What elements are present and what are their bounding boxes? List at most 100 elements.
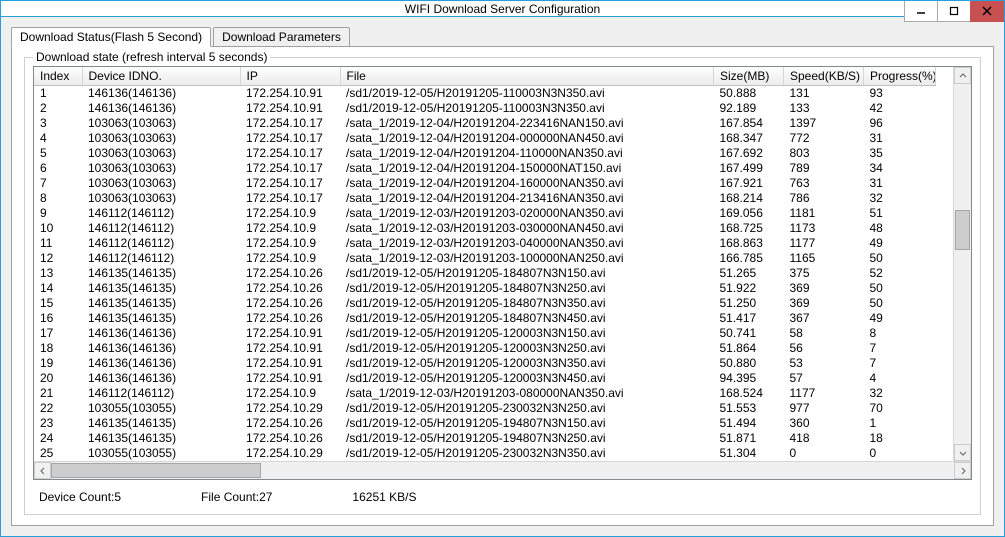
vscroll-track[interactable] <box>954 84 971 444</box>
cell-size: 51.417 <box>714 311 784 326</box>
cell-speed: 0 <box>784 446 864 461</box>
cell-device: 146135(146135) <box>82 266 240 281</box>
cell-speed: 53 <box>784 356 864 371</box>
cell-device: 146136(146136) <box>82 371 240 386</box>
device-count-label: Device Count:5 <box>39 490 121 504</box>
table-row[interactable]: 18146136(146136)172.254.10.91/sd1/2019-1… <box>34 341 936 356</box>
table-row[interactable]: 24146135(146135)172.254.10.26/sd1/2019-1… <box>34 431 936 446</box>
download-listview[interactable]: Index Device IDNO. IP File Size(MB) Spee… <box>33 66 972 480</box>
table-row[interactable]: 6103063(103063)172.254.10.17/sata_1/2019… <box>34 161 936 176</box>
cell-file: /sd1/2019-12-05/H20191205-120003N3N150.a… <box>340 326 714 341</box>
close-button[interactable] <box>970 1 1004 22</box>
tab-download-parameters[interactable]: Download Parameters <box>213 27 350 47</box>
cell-size: 168.214 <box>714 191 784 206</box>
cell-index: 11 <box>34 236 82 251</box>
scroll-up-button[interactable] <box>954 67 971 84</box>
table-row[interactable]: 11146112(146112)172.254.10.9/sata_1/2019… <box>34 236 936 251</box>
minimize-button[interactable] <box>904 1 938 22</box>
cell-size: 94.395 <box>714 371 784 386</box>
col-speed[interactable]: Speed(KB/S) <box>784 67 864 86</box>
hscroll-track[interactable] <box>51 462 954 479</box>
cell-device: 146136(146136) <box>82 356 240 371</box>
col-index[interactable]: Index <box>34 67 82 86</box>
table-row[interactable]: 14146135(146135)172.254.10.26/sd1/2019-1… <box>34 281 936 296</box>
chevron-left-icon <box>39 467 47 475</box>
vertical-scrollbar[interactable] <box>953 67 971 461</box>
table-row[interactable]: 4103063(103063)172.254.10.17/sata_1/2019… <box>34 131 936 146</box>
table-row[interactable]: 12146112(146112)172.254.10.9/sata_1/2019… <box>34 251 936 266</box>
window-controls <box>905 1 1004 16</box>
cell-progress: 48 <box>864 221 936 236</box>
cell-device: 103055(103055) <box>82 401 240 416</box>
maximize-button[interactable] <box>937 1 971 22</box>
cell-speed: 1177 <box>784 236 864 251</box>
col-ip[interactable]: IP <box>240 67 340 86</box>
cell-index: 2 <box>34 101 82 116</box>
cell-index: 3 <box>34 116 82 131</box>
tab-download-status[interactable]: Download Status(Flash 5 Second) <box>11 27 211 47</box>
table-row[interactable]: 20146136(146136)172.254.10.91/sd1/2019-1… <box>34 371 936 386</box>
vscroll-thumb[interactable] <box>955 210 970 250</box>
cell-ip: 172.254.10.17 <box>240 131 340 146</box>
cell-index: 25 <box>34 446 82 461</box>
table-row[interactable]: 15146135(146135)172.254.10.26/sd1/2019-1… <box>34 296 936 311</box>
minimize-icon <box>916 6 926 16</box>
table-row[interactable]: 2146136(146136)172.254.10.91/sd1/2019-12… <box>34 101 936 116</box>
table-row[interactable]: 21146112(146112)172.254.10.9/sata_1/2019… <box>34 386 936 401</box>
cell-index: 24 <box>34 431 82 446</box>
table-header-row: Index Device IDNO. IP File Size(MB) Spee… <box>34 67 936 86</box>
cell-device: 103063(103063) <box>82 191 240 206</box>
table-row[interactable]: 22103055(103055)172.254.10.29/sd1/2019-1… <box>34 401 936 416</box>
cell-speed: 369 <box>784 296 864 311</box>
table-row[interactable]: 16146135(146135)172.254.10.26/sd1/2019-1… <box>34 311 936 326</box>
table-row[interactable]: 7103063(103063)172.254.10.17/sata_1/2019… <box>34 176 936 191</box>
cell-ip: 172.254.10.17 <box>240 116 340 131</box>
cell-size: 51.864 <box>714 341 784 356</box>
cell-speed: 977 <box>784 401 864 416</box>
chevron-right-icon <box>959 467 967 475</box>
cell-device: 103063(103063) <box>82 116 240 131</box>
cell-device: 103063(103063) <box>82 131 240 146</box>
cell-speed: 786 <box>784 191 864 206</box>
cell-ip: 172.254.10.26 <box>240 296 340 311</box>
hscroll-thumb[interactable] <box>51 463 261 478</box>
scroll-right-button[interactable] <box>954 462 971 479</box>
cell-device: 103063(103063) <box>82 146 240 161</box>
col-device[interactable]: Device IDNO. <box>82 67 240 86</box>
col-size[interactable]: Size(MB) <box>714 67 784 86</box>
table-row[interactable]: 25103055(103055)172.254.10.29/sd1/2019-1… <box>34 446 936 461</box>
table-row[interactable]: 13146135(146135)172.254.10.26/sd1/2019-1… <box>34 266 936 281</box>
scroll-left-button[interactable] <box>34 462 51 479</box>
tabpage-download-status: Download state (refresh interval 5 secon… <box>11 46 994 526</box>
cell-device: 146112(146112) <box>82 221 240 236</box>
table-row[interactable]: 1146136(146136)172.254.10.91/sd1/2019-12… <box>34 86 936 102</box>
cell-size: 167.854 <box>714 116 784 131</box>
table-row[interactable]: 3103063(103063)172.254.10.17/sata_1/2019… <box>34 116 936 131</box>
tabstrip: Download Status(Flash 5 Second) Download… <box>11 25 994 47</box>
cell-speed: 803 <box>784 146 864 161</box>
cell-speed: 1177 <box>784 386 864 401</box>
scroll-down-button[interactable] <box>954 444 971 461</box>
cell-progress: 31 <box>864 176 936 191</box>
cell-index: 9 <box>34 206 82 221</box>
cell-speed: 57 <box>784 371 864 386</box>
table-row[interactable]: 19146136(146136)172.254.10.91/sd1/2019-1… <box>34 356 936 371</box>
cell-file: /sd1/2019-12-05/H20191205-110003N3N350.a… <box>340 101 714 116</box>
table-row[interactable]: 23146135(146135)172.254.10.26/sd1/2019-1… <box>34 416 936 431</box>
close-icon <box>982 6 992 16</box>
cell-device: 146135(146135) <box>82 416 240 431</box>
titlebar[interactable]: WIFI Download Server Configuration <box>1 1 1004 17</box>
col-file[interactable]: File <box>340 67 714 86</box>
cell-ip: 172.254.10.9 <box>240 206 340 221</box>
table-row[interactable]: 5103063(103063)172.254.10.17/sata_1/2019… <box>34 146 936 161</box>
table-row[interactable]: 10146112(146112)172.254.10.9/sata_1/2019… <box>34 221 936 236</box>
maximize-icon <box>949 6 959 16</box>
horizontal-scrollbar[interactable] <box>34 461 971 479</box>
cell-index: 10 <box>34 221 82 236</box>
cell-speed: 56 <box>784 341 864 356</box>
table-row[interactable]: 8103063(103063)172.254.10.17/sata_1/2019… <box>34 191 936 206</box>
table-row[interactable]: 9146112(146112)172.254.10.9/sata_1/2019-… <box>34 206 936 221</box>
cell-size: 168.524 <box>714 386 784 401</box>
col-progress[interactable]: Progress(%) <box>864 67 936 86</box>
table-row[interactable]: 17146136(146136)172.254.10.91/sd1/2019-1… <box>34 326 936 341</box>
